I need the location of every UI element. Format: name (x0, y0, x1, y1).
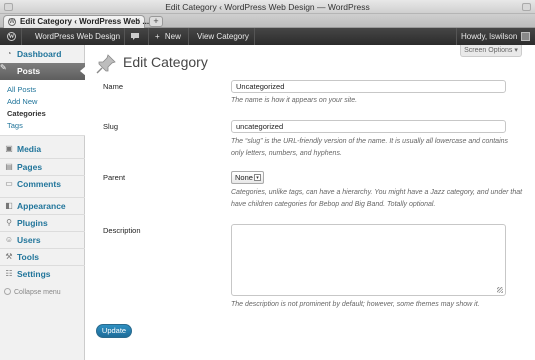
admin-bar-divider (21, 28, 22, 45)
sidebar-item-tools[interactable]: ⚒ Tools (0, 248, 85, 265)
settings-icon: ☷ (5, 269, 13, 278)
pushpin-icon (95, 53, 117, 75)
name-help-text: The name is how it appears on your site. (231, 97, 358, 104)
description-textarea[interactable] (231, 224, 506, 296)
posts-submenu: All Posts Add New Categories Tags (0, 80, 85, 136)
sidebar-item-users[interactable]: ☺ Users (0, 231, 85, 248)
appearance-icon: ◧ (5, 201, 13, 210)
screen-options-button[interactable]: Screen Options ▾ (460, 45, 522, 57)
admin-sidebar: ◔ Dashboard ✎ Posts All Posts Add New Ca… (0, 45, 86, 360)
tab-title: Edit Category ‹ WordPress Web ... (20, 17, 150, 26)
dashboard-icon: ◔ (6, 49, 12, 58)
submenu-all-posts[interactable]: All Posts (7, 85, 36, 94)
sidebar-item-label: Media (17, 144, 42, 154)
comments-bubble-icon[interactable] (130, 28, 142, 45)
submenu-tags[interactable]: Tags (7, 121, 23, 130)
sidebar-item-label: Tools (17, 252, 40, 262)
sidebar-item-dashboard[interactable]: ◔ Dashboard (0, 46, 85, 63)
sidebar-item-comments[interactable]: ▭ Comments (0, 175, 85, 192)
plus-icon: + (155, 32, 160, 41)
admin-bar-divider (254, 28, 255, 45)
avatar[interactable] (520, 28, 531, 45)
new-tab-button[interactable]: + (149, 16, 163, 27)
slug-help-text: The “slug” is the URL-friendly version o… (231, 138, 509, 157)
admin-bar-divider (148, 28, 149, 45)
tab-close-icon[interactable]: × (135, 16, 140, 25)
sidebar-item-plugins[interactable]: ⚲ Plugins (0, 214, 85, 231)
slug-label: Slug (103, 122, 119, 131)
window-titlebar: Edit Category ‹ WordPress Web Design — W… (0, 0, 535, 14)
slug-field[interactable]: uncategorized (231, 120, 506, 133)
collapse-icon (4, 288, 11, 295)
wp-admin-bar: W WordPress Web Design + New View Catego… (0, 28, 535, 45)
site-name-link[interactable]: WordPress Web Design (35, 28, 120, 45)
browser-tabbar: W Edit Category ‹ WordPress Web ... × + (0, 14, 535, 28)
submenu-categories[interactable]: Categories (7, 109, 46, 118)
pages-icon: ▤ (5, 162, 13, 171)
sidebar-item-label: Appearance (17, 201, 66, 211)
users-icon: ☺ (4, 235, 14, 244)
sidebar-item-label: Plugins (17, 218, 48, 228)
parent-select[interactable]: None ▾ (231, 171, 264, 184)
sidebar-item-label: Comments (17, 179, 61, 189)
sidebar-item-label: Settings (17, 269, 51, 279)
tools-icon: ⚒ (5, 252, 13, 261)
description-label: Description (103, 226, 141, 235)
resize-handle-icon[interactable] (497, 287, 503, 293)
sidebar-item-posts[interactable]: ✎ Posts (0, 63, 86, 80)
window-zoom-button[interactable] (522, 3, 531, 11)
sidebar-item-appearance[interactable]: ◧ Appearance (0, 197, 85, 214)
sidebar-item-label: Pages (17, 162, 43, 172)
admin-bar-divider (124, 28, 125, 45)
name-label: Name (103, 82, 124, 91)
parent-help-text: Categories, unlike tags, can have a hier… (231, 189, 523, 208)
main-content: Screen Options ▾ Edit Category Name Unca… (86, 45, 535, 360)
page-title: Edit Category (123, 54, 208, 70)
wordpress-favicon-icon: W (8, 18, 16, 26)
media-icon: ▣ (5, 144, 13, 153)
update-button[interactable]: Update (96, 324, 132, 338)
collapse-menu-button[interactable]: Collapse menu (4, 288, 61, 296)
submenu-add-new[interactable]: Add New (7, 97, 37, 106)
pushpin-icon: ✎ (0, 63, 7, 72)
plugins-icon: ⚲ (6, 218, 12, 227)
description-help-text: The description is not prominent by defa… (231, 301, 480, 308)
new-content-label: New (164, 32, 181, 41)
sidebar-item-label: Users (17, 235, 41, 245)
account-greeting[interactable]: Howdy, lswilson (461, 28, 517, 45)
parent-label: Parent (103, 173, 126, 182)
admin-bar-divider (188, 28, 189, 45)
window-title: Edit Category ‹ WordPress Web Design — W… (165, 2, 370, 12)
collapse-label: Collapse menu (14, 289, 61, 296)
chevron-down-icon: ▾ (254, 174, 261, 181)
sidebar-item-media[interactable]: ▣ Media (0, 141, 85, 158)
name-field[interactable]: Uncategorized (231, 80, 506, 93)
sidebar-item-settings[interactable]: ☷ Settings (0, 265, 85, 282)
admin-bar-divider (456, 28, 457, 45)
browser-tab[interactable]: W Edit Category ‹ WordPress Web ... × (3, 15, 149, 28)
parent-select-value: None (235, 173, 253, 182)
sidebar-item-label: Posts (17, 66, 41, 76)
sidebar-item-pages[interactable]: ▤ Pages (0, 158, 85, 175)
wp-logo-menu[interactable]: W (3, 28, 19, 45)
new-content-menu[interactable]: + New (155, 28, 181, 45)
wordpress-logo-icon: W (7, 32, 16, 41)
sidebar-item-label: Dashboard (17, 49, 62, 59)
comments-icon: ▭ (5, 179, 13, 188)
view-category-link[interactable]: View Category (197, 28, 249, 45)
